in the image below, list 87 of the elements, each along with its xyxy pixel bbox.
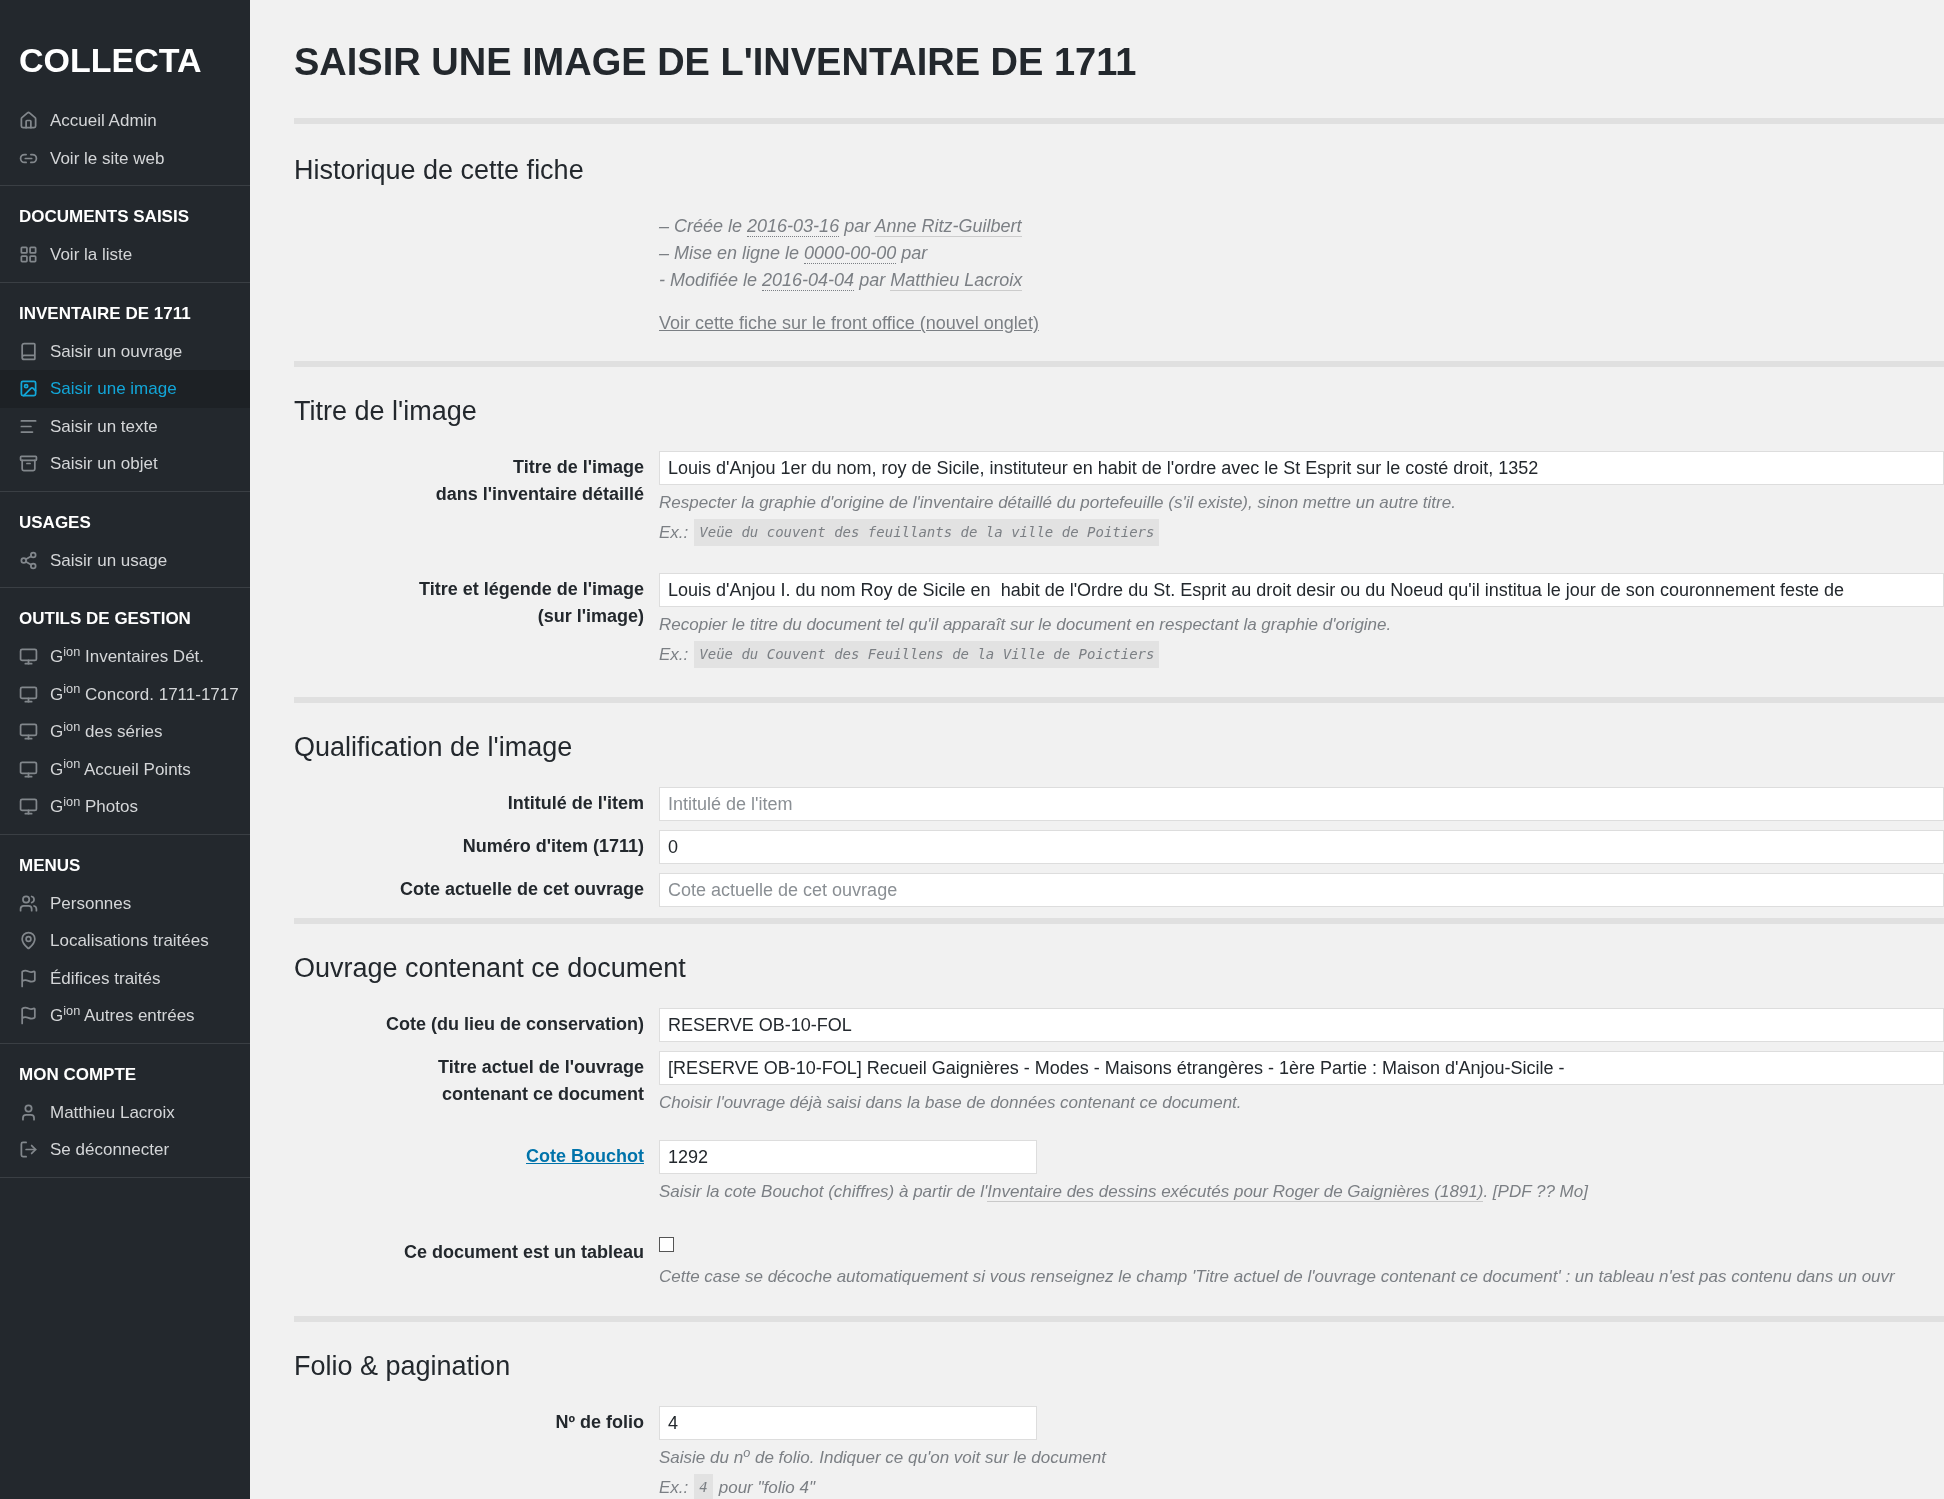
help-link[interactable]: Inventaire des dessins exécutés pour Roger de Gaignières (1891) xyxy=(987,1182,1484,1202)
sidebar-item[interactable]: Se déconnecter xyxy=(0,1131,250,1169)
field-label[interactable]: Cote Bouchot xyxy=(294,1143,644,1170)
sidebar-item[interactable]: G$^{ion}$ Autres entrées xyxy=(0,997,250,1035)
example-code: 4 xyxy=(694,1474,713,1499)
sidebar-item[interactable]: G$^{ion}$ Inventaires Dét. xyxy=(0,638,250,676)
history-line: – Créée le 2016-03-16 par Anne Ritz-Guilbert xyxy=(659,215,1023,239)
logo[interactable]: COLLECTA xyxy=(0,0,250,102)
text-input[interactable]: 1292 xyxy=(659,1140,1037,1174)
home-icon xyxy=(19,111,38,131)
example-prefix: Ex.: xyxy=(659,1476,689,1499)
people-icon xyxy=(19,893,38,913)
text-input[interactable]: Intitulé de l'item xyxy=(659,787,1944,821)
image-icon xyxy=(19,379,38,399)
sidebar-item[interactable]: Saisir une image xyxy=(0,370,250,408)
monitor-icon xyxy=(19,797,38,817)
page-title: SAISIR UNE IMAGE DE L'INVENTAIRE DE 1711 xyxy=(294,40,1138,85)
section-title: Ouvrage contenant ce document xyxy=(294,952,687,984)
history-line: - Modifiée le 2016-04-04 par Matthieu Lacroix xyxy=(659,269,1024,293)
sidebar-item[interactable]: G$^{ion}$ Photos xyxy=(0,788,250,826)
field-label: Numéro d'item (1711) xyxy=(461,835,644,858)
sidebar-item[interactable]: Accueil Admin xyxy=(0,102,250,140)
monitor-icon xyxy=(19,759,38,779)
help-text: Recopier le titre du document tel qu'il apparaît sur le document en respectant la graphie d'origine. xyxy=(659,614,1393,636)
monitor-icon xyxy=(19,647,38,667)
checkbox[interactable] xyxy=(659,1236,674,1252)
field-label: Titre de l'image dans l'inventaire détaillé xyxy=(434,456,644,506)
sidebar-item[interactable]: Saisir un texte xyxy=(0,407,250,445)
sidebar-heading: MENUS xyxy=(18,854,82,877)
sidebar-heading: DOCUMENTS SAISIS xyxy=(18,206,191,228)
text-input[interactable]: Louis d'Anjou I. du nom Roy de Sicile en habit de l'Ordre du St. Esprit au droit desir ou du Noeud qu'il institua le jour de son couronnement feste de xyxy=(659,573,1944,607)
sidebar-heading: OUTILS DE GESTION xyxy=(18,608,192,630)
flag-icon xyxy=(19,968,38,988)
sidebar-item[interactable]: Voir le site web xyxy=(0,139,250,177)
field-label: Titre et légende de l'image (sur l'image) xyxy=(417,578,644,628)
section-title: Folio & pagination xyxy=(294,1350,512,1382)
help-text: Saisir la cote Bouchot (chiffres) à partir de l'Inventaire des dessins exécutés pour Roger de Gaignières (1891). [PDF ?? Mo] xyxy=(659,1181,1590,1204)
share-icon xyxy=(19,550,38,570)
example-code: Veüe du couvent des feuillants de la ville de Poitiers xyxy=(694,519,1160,546)
text-input[interactable]: 0 xyxy=(659,830,1944,864)
user-icon xyxy=(19,1102,38,1122)
front-office-link[interactable]: Voir cette fiche sur le front office (nouvel onglet) xyxy=(659,310,1039,337)
text-input[interactable]: Cote actuelle de cet ouvrage xyxy=(659,873,1944,907)
monitor-icon xyxy=(19,684,38,704)
example-prefix: Ex.: xyxy=(659,643,689,666)
history-line: – Mise en ligne le 0000-00-00 par xyxy=(659,242,929,266)
sidebar-item[interactable]: G$^{ion}$ Concord. 1711-1717 xyxy=(0,675,250,713)
example-code: Veüe du Couvent des Feuillens de la Ville de Poictiers xyxy=(694,641,1160,668)
sidebar-heading: INVENTAIRE DE 1711 xyxy=(18,302,192,325)
grid-icon xyxy=(19,245,38,265)
field-label: Cote (du lieu de conservation) xyxy=(384,1013,644,1036)
flag-icon xyxy=(19,1006,38,1026)
help-text: Saisie du n$^{o}$ de folio. Indiquer ce qu'on voit sur le document xyxy=(659,1445,1108,1469)
field-label: Cote actuelle de cet ouvrage xyxy=(398,878,644,901)
example-suffix: pour "folio 4" xyxy=(718,1476,815,1499)
map-pin-icon xyxy=(19,931,38,951)
help-text: Choisir l'ouvrage déjà saisi dans la base de données contenant ce document. xyxy=(659,1092,1243,1114)
text-input[interactable]: Louis d'Anjou 1er du nom, roy de Sicile, instituteur en habit de l'ordre avec le St Esprit sur le costé droit, 1352 xyxy=(659,451,1944,485)
sidebar-item[interactable]: Matthieu Lacroix xyxy=(0,1093,250,1131)
sidebar-item[interactable]: Localisations traitées xyxy=(0,922,250,960)
sidebar-item[interactable]: G$^{ion}$ Accueil Points xyxy=(0,750,250,788)
sidebar-item[interactable]: Édifices traités xyxy=(0,959,250,997)
sidebar-heading: MON COMPTE xyxy=(18,1063,138,1086)
sidebar-item[interactable]: Saisir un usage xyxy=(0,541,250,579)
sidebar-item[interactable]: G$^{ion}$ des séries xyxy=(0,713,250,751)
field-label: Intitulé de l'item xyxy=(506,792,644,815)
sidebar-item[interactable]: Voir la liste xyxy=(0,236,250,274)
archive-box-icon xyxy=(19,454,38,474)
sidebar-item[interactable]: Personnes xyxy=(0,884,250,922)
text-input[interactable]: [RESERVE OB-10-FOL] Recueil Gaignières - Modes - Maisons étrangères - 1ère Partie : Maison d'Anjou-Sicile - xyxy=(659,1051,1944,1085)
help-text: Respecter la graphie d'origine de l'inventaire détaillé du portefeuille (s'il existe), sinon mettre un autre titre. xyxy=(659,492,1457,514)
logout-icon xyxy=(19,1140,38,1160)
sidebar-heading: USAGES xyxy=(18,511,92,534)
section-title: Historique de cette fiche xyxy=(294,154,585,186)
section-title: Qualification de l'image xyxy=(294,731,574,763)
section-title: Titre de l'image xyxy=(294,395,478,427)
field-label: Titre actuel de l'ouvrage contenant ce document xyxy=(437,1056,644,1106)
field-label: Ce document est un tableau xyxy=(402,1241,644,1264)
field-label: Nº de folio xyxy=(554,1411,644,1434)
text-input[interactable]: RESERVE OB-10-FOL xyxy=(659,1008,1944,1042)
sidebar-item[interactable]: Saisir un objet xyxy=(0,445,250,483)
book-icon xyxy=(19,341,38,361)
monitor-icon xyxy=(19,722,38,742)
help-text: Cette case se décoche automatiquement si vous renseignez le champ 'Titre actuel de l'ouvrage contenant ce document' : un tableau n'est pas contenu dans un ouvr xyxy=(659,1266,1896,1288)
text-input[interactable]: 4 xyxy=(659,1406,1037,1440)
example-prefix: Ex.: xyxy=(659,521,689,544)
sidebar-item[interactable]: Saisir un ouvrage xyxy=(0,332,250,370)
